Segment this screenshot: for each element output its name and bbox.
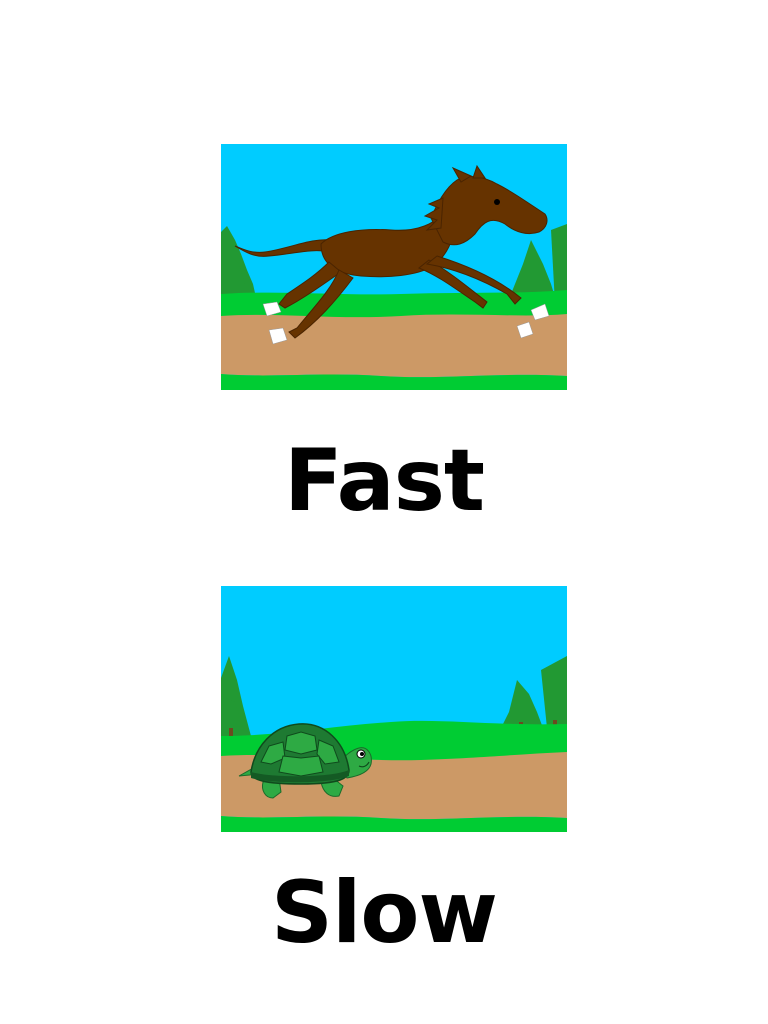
horse-illustration [221, 144, 567, 390]
turtle-illustration [221, 586, 567, 832]
horse-eye [494, 199, 500, 205]
dirt-path [221, 314, 567, 378]
fast-label: Fast [283, 431, 485, 531]
slow-label: Slow [271, 863, 498, 963]
